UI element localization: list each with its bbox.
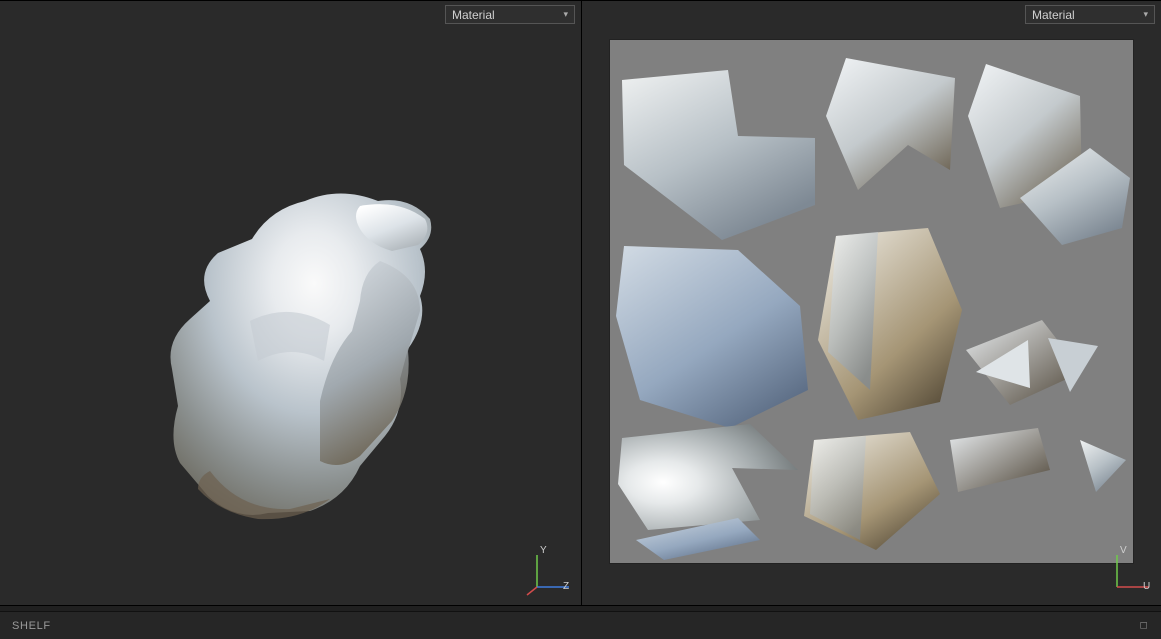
viewport-uv[interactable]: Material ▾ V U [582, 1, 1161, 605]
shelf-panel: SHELF ◻ [0, 605, 1161, 639]
shelf-pin-icon[interactable]: ◻ [1137, 619, 1151, 633]
viewport-3d-canvas[interactable] [0, 1, 581, 605]
shading-mode-label: Material [1032, 8, 1075, 22]
shading-mode-dropdown-left[interactable]: Material ▾ [445, 5, 575, 24]
shelf-label: SHELF [12, 620, 51, 632]
viewport-split: Material ▾ Y Z [0, 0, 1161, 605]
shading-mode-dropdown-right[interactable]: Material ▾ [1025, 5, 1155, 24]
viewport-3d[interactable]: Material ▾ Y Z [0, 1, 582, 605]
viewport-uv-canvas[interactable] [582, 1, 1161, 605]
shading-mode-label: Material [452, 8, 495, 22]
chevron-down-icon: ▾ [1143, 9, 1148, 20]
uv-texture-area[interactable] [610, 40, 1133, 563]
chevron-down-icon: ▾ [563, 9, 568, 20]
